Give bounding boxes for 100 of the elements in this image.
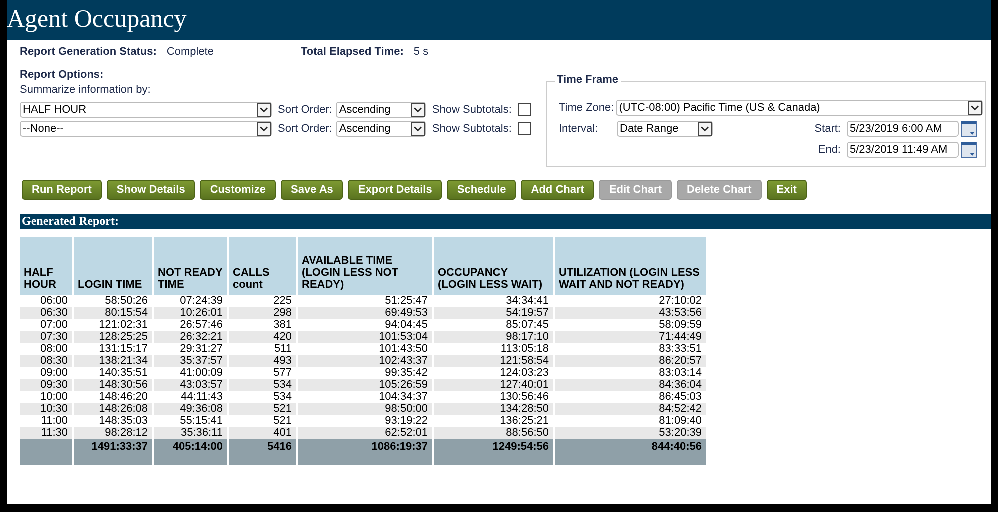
table-cell-text: 51:25:47 (384, 295, 429, 307)
table-cell: 35:37:57 (154, 355, 227, 367)
column-header: CALLS count (229, 237, 296, 295)
table-cell: 86:20:57 (555, 355, 706, 367)
table-cell: 10:30 (20, 403, 72, 415)
table-cell-text: 83:33:51 (658, 343, 703, 355)
status-value: Complete (166, 46, 214, 58)
chevron-down-icon[interactable] (698, 122, 712, 136)
table-cell: 26:32:21 (154, 331, 227, 343)
table-cell-text: 08:00 (39, 343, 69, 355)
table-cell: 127:40:01 (434, 379, 553, 391)
chevron-down-icon[interactable] (411, 102, 426, 116)
toolbar-button[interactable]: Customize (200, 180, 276, 200)
table-cell: 80:15:54 (74, 307, 152, 319)
table-cell: 49:36:08 (154, 403, 227, 415)
table-cell: 101:53:04 (298, 331, 432, 343)
table-cell-text: 41:00:09 (179, 367, 224, 379)
table-cell-text: 26:57:46 (179, 319, 224, 331)
summarize-label: Summarize information by: (20, 84, 152, 96)
calendar-icon[interactable] (961, 142, 977, 158)
end-label: End: (817, 144, 842, 156)
table-cell: 98:50:00 (298, 403, 432, 415)
table-cell: 43:53:56 (555, 307, 706, 319)
toolbar-button[interactable]: Save As (280, 180, 344, 200)
subtotals-checkbox[interactable] (518, 122, 531, 135)
table-cell-text: 58:50:26 (104, 295, 149, 307)
table-cell-text: 101:43:50 (378, 343, 429, 355)
toolbar-button[interactable]: Exit (766, 180, 807, 200)
toolbar-button[interactable]: Run Report (22, 180, 102, 200)
table-cell: 98:17:10 (434, 331, 553, 343)
table-cell-text: 81:09:40 (658, 415, 703, 427)
table-cell: 88:56:50 (434, 427, 553, 439)
table-cell-text: 07:24:39 (179, 295, 224, 307)
group-by-dropdown[interactable]: HALF HOUR (20, 102, 272, 118)
table-cell-text: 577 (272, 367, 293, 379)
total-cell: 405:14:00 (154, 439, 227, 465)
elapsed-value: 5 s (414, 46, 429, 58)
table-cell-text: 85:07:45 (505, 319, 550, 331)
table-cell-text: 06:00 (39, 295, 69, 307)
total-cell: 5416 (229, 439, 296, 465)
table-cell: 401 (229, 427, 296, 439)
table-cell-text: 511 (273, 343, 293, 355)
table-cell-text: 124:03:23 (499, 367, 550, 379)
table-cell-text: 27:10:02 (658, 295, 703, 307)
table-cell: 84:36:04 (555, 379, 706, 391)
table-cell: 148:30:56 (74, 379, 152, 391)
table-cell: 102:43:37 (298, 355, 432, 367)
table-cell: 11:30 (20, 427, 72, 439)
column-header: NOT READY TIME (154, 237, 227, 295)
table-cell: 71:44:49 (555, 331, 706, 343)
toolbar-button[interactable]: Show Details (106, 180, 196, 200)
table-cell: 06:30 (20, 307, 72, 319)
table-cell-text: 11:00 (40, 415, 69, 427)
chevron-down-icon[interactable] (968, 101, 982, 115)
table-cell: 128:25:25 (74, 331, 152, 343)
table-cell: 09:30 (20, 379, 72, 391)
group-by-dropdown[interactable]: --None-- (20, 120, 272, 136)
show-subtotals-label: Show Subtotals: (432, 122, 512, 134)
table-cell: 10:26:01 (154, 307, 227, 319)
column-header: OCCUPANCY (LOGIN LESS WAIT) (434, 237, 553, 295)
status-label: Report Generation Status: (20, 46, 157, 58)
end-date-field[interactable]: 5/23/2019 11:49 AM (847, 142, 959, 158)
table-cell: 69:49:53 (298, 307, 432, 319)
table-cell-text: 131:15:17 (98, 343, 149, 355)
table-cell-text: 121:02:31 (98, 319, 149, 331)
table-cell-text: 44:11:43 (180, 391, 224, 403)
subtotals-checkbox[interactable] (518, 103, 531, 116)
table-cell-text: 148:35:03 (98, 415, 149, 427)
chevron-down-icon[interactable] (257, 122, 271, 136)
table-cell-text: 381 (272, 319, 293, 331)
table-cell: 08:30 (20, 355, 72, 367)
elapsed-label: Total Elapsed Time: (300, 46, 404, 58)
table-cell-text: 521 (272, 415, 293, 427)
total-cell: 1491:33:37 (74, 439, 152, 465)
report-header: Generated Report: (20, 214, 991, 229)
start-label: Start: (814, 123, 842, 135)
time-zone-label: Time Zone: (559, 102, 614, 114)
table-cell-text: 83:03:14 (658, 367, 703, 379)
chevron-down-icon[interactable] (257, 102, 271, 116)
table-cell-text: 113:05:18 (500, 343, 550, 355)
time-zone-dropdown[interactable]: (UTC-08:00) Pacific Time (US & Canada) (616, 100, 983, 116)
toolbar-button[interactable]: Export Details (348, 180, 442, 200)
sort-order-label: Sort Order: (278, 122, 332, 134)
table-cell-text: 94:04:45 (384, 319, 429, 331)
table-cell: 148:26:08 (74, 403, 152, 415)
interval-dropdown[interactable]: Date Range (617, 121, 713, 137)
start-date-field[interactable]: 5/23/2019 6:00 AM (847, 121, 959, 137)
table-cell-text: 29:31:27 (179, 343, 224, 355)
sort-order-dropdown[interactable]: Ascending (336, 102, 426, 118)
calendar-icon[interactable] (961, 121, 977, 137)
table-cell-text: 86:45:03 (658, 391, 703, 403)
table-cell: 534 (229, 379, 296, 391)
total-cell: 1086:19:37 (298, 439, 432, 465)
table-cell: 298 (229, 307, 296, 319)
toolbar-button[interactable]: Schedule (447, 180, 516, 200)
toolbar-button[interactable]: Add Chart (521, 180, 594, 200)
sort-order-label: Sort Order: (278, 104, 332, 116)
sort-order-dropdown[interactable]: Ascending (336, 120, 426, 136)
chevron-down-icon[interactable] (411, 122, 426, 136)
table-cell-text: 10:00 (39, 391, 69, 403)
